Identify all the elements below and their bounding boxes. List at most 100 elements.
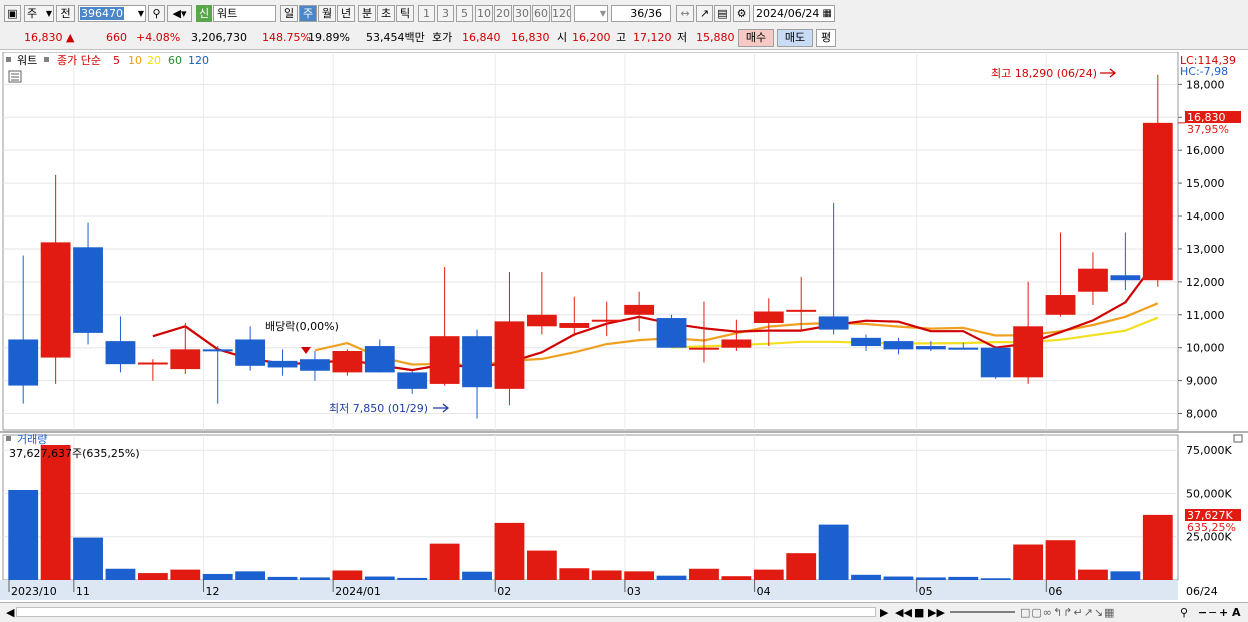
- volume-bar: [883, 576, 914, 580]
- legend-ma120: 120: [188, 54, 209, 67]
- date-value: 2024/06/24: [756, 7, 820, 20]
- chevron-down-icon: ▼: [599, 9, 606, 18]
- scroll-right-icon[interactable]: ▶: [880, 607, 888, 619]
- interval-3[interactable]: 3: [437, 5, 454, 22]
- price-tag-pct: 37,95%: [1187, 123, 1229, 136]
- interval-1[interactable]: 1: [418, 5, 435, 22]
- candle-body: [332, 350, 363, 373]
- x-grid-lines: [73, 52, 1047, 580]
- sell-button[interactable]: 매도: [777, 29, 813, 47]
- zoom-out-icon[interactable]: −: [1198, 607, 1207, 619]
- trade-amount: 53,454백만: [366, 31, 425, 44]
- candle-body: [429, 336, 460, 384]
- tab-month[interactable]: 월: [318, 5, 336, 22]
- count-field[interactable]: 36/36: [611, 5, 671, 22]
- candle-body: [915, 346, 946, 350]
- interval-120[interactable]: 120: [551, 5, 571, 22]
- x-tick-label: 02: [497, 585, 511, 598]
- zoom-out-small-icon[interactable]: −: [1208, 607, 1217, 619]
- volume-title: 거래량: [17, 433, 47, 446]
- volume-bar: [980, 578, 1011, 580]
- draw-tool-icon[interactable]: ↗: [696, 5, 713, 22]
- zoom-search-icon[interactable]: ⚲: [1180, 607, 1188, 619]
- window-menu-icon[interactable]: ▣: [4, 5, 21, 22]
- horizontal-scrollbar[interactable]: [16, 607, 876, 617]
- fast-forward-icon[interactable]: ▶▶: [928, 607, 945, 619]
- open-label: 시: [557, 31, 568, 44]
- candle-body: [494, 321, 525, 389]
- y-tick-label: 13,000: [1186, 243, 1225, 256]
- tab-year[interactable]: 년: [337, 5, 355, 22]
- date-field[interactable]: 2024/06/24 ▦: [753, 5, 835, 22]
- tab-second[interactable]: 초: [377, 5, 395, 22]
- x-tick-label: 2024/01: [335, 585, 381, 598]
- interval-60[interactable]: 60: [532, 5, 550, 22]
- tab-week[interactable]: 주: [299, 5, 317, 22]
- candle-body: [40, 242, 71, 358]
- current-price: 16,830: [24, 31, 63, 44]
- max-arrow-icon: [1100, 68, 1117, 78]
- candle-body: [137, 362, 168, 365]
- y-tick-label: 9,000: [1186, 375, 1218, 388]
- scroll-left-icon[interactable]: ◀: [6, 607, 14, 619]
- volume-bar: [786, 553, 817, 580]
- close-icon[interactable]: [1233, 434, 1243, 443]
- volume-bar: [559, 568, 590, 580]
- hc-label: HC:-7,98: [1180, 65, 1228, 78]
- legend-marker: [6, 57, 11, 62]
- interval-10[interactable]: 10: [475, 5, 493, 22]
- interval-input[interactable]: ▼: [574, 5, 608, 22]
- stop-icon[interactable]: ■: [914, 607, 924, 619]
- compare-icon[interactable]: ↔: [676, 5, 694, 22]
- last-date-label: 06/24: [1186, 585, 1218, 598]
- low-label: 저: [677, 31, 688, 44]
- period-selector[interactable]: 주 ▼: [24, 5, 54, 22]
- candle-body: [526, 314, 557, 327]
- stock-code-input[interactable]: 396470 ▼: [78, 5, 146, 22]
- candle-body: [8, 339, 39, 386]
- volume-legend-marker: [6, 436, 11, 441]
- legend-ma20: 20: [147, 54, 161, 67]
- tab-day[interactable]: 일: [280, 5, 298, 22]
- volume-bar: [494, 522, 525, 580]
- rewind-icon[interactable]: ◀◀: [895, 607, 912, 619]
- interval-30[interactable]: 30: [513, 5, 531, 22]
- search-icon[interactable]: ⚲: [148, 5, 165, 22]
- candle-body: [559, 323, 590, 328]
- x-tick-label: 12: [206, 585, 220, 598]
- volume-bar: [851, 574, 881, 580]
- buy-button[interactable]: 매수: [738, 29, 774, 47]
- legend-ma10: 10: [128, 54, 142, 67]
- save-icon[interactable]: ▤: [714, 5, 731, 22]
- volume-bar: [526, 550, 557, 580]
- volume-bar: [1110, 571, 1141, 580]
- gear-icon[interactable]: ⚙: [733, 5, 750, 22]
- candle-body: [364, 346, 395, 373]
- candle-body: [980, 347, 1011, 378]
- tab-tick[interactable]: 틱: [396, 5, 414, 22]
- volume-bars: [8, 445, 1173, 580]
- speaker-icon[interactable]: ◀▾: [167, 5, 192, 22]
- market-badge: 신: [196, 5, 212, 22]
- candle-body: [397, 372, 428, 389]
- volume-bar: [656, 575, 687, 580]
- interval-20[interactable]: 20: [494, 5, 512, 22]
- prev-button[interactable]: 전: [56, 5, 75, 22]
- candle-body: [170, 349, 201, 370]
- volume-bar: [429, 543, 460, 580]
- volume-bar: [1142, 514, 1173, 580]
- candle-body: [1110, 275, 1141, 281]
- zoom-slider[interactable]: [950, 611, 1015, 613]
- volume-bar: [915, 577, 946, 580]
- tab-minute[interactable]: 분: [358, 5, 376, 22]
- volume-bar: [689, 568, 719, 580]
- volume-bar: [8, 490, 39, 580]
- volume-bar: [753, 569, 784, 580]
- eval-button[interactable]: 평: [816, 29, 836, 47]
- candle-body: [721, 339, 752, 348]
- interval-5[interactable]: 5: [456, 5, 473, 22]
- zoom-in-icon[interactable]: +: [1219, 607, 1228, 619]
- volume-value: 37,627,637주(635,25%): [9, 447, 140, 460]
- font-size-icon[interactable]: A: [1232, 607, 1241, 619]
- drawing-tools-icon[interactable]: □▢∞↰↱↵↗↘▦: [1020, 607, 1115, 619]
